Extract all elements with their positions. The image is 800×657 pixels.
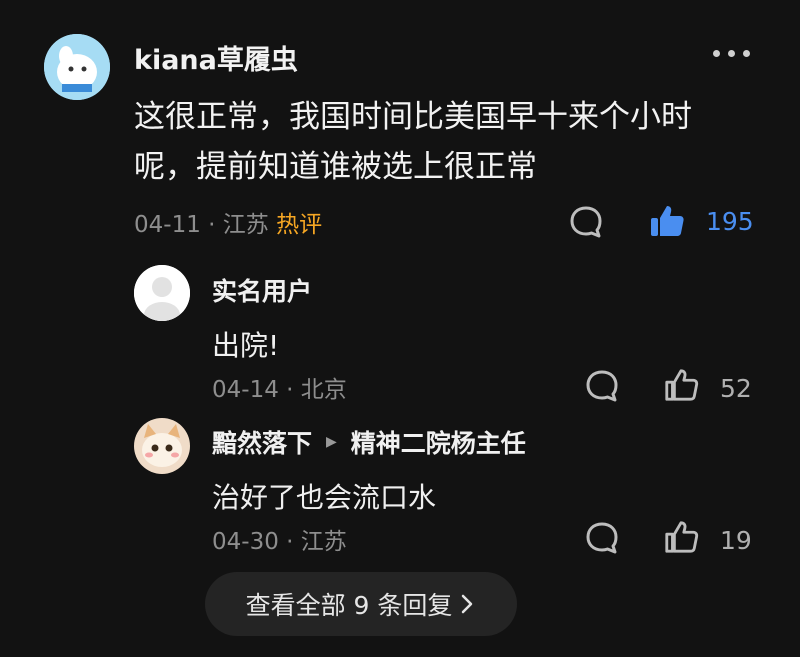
reply-button[interactable]: [582, 366, 622, 406]
thumbs-up-icon: [665, 521, 699, 553]
meta-separator: ·: [286, 529, 294, 555]
reply-to-username[interactable]: 精神二院杨主任: [351, 424, 526, 460]
like-button[interactable]: [646, 200, 688, 242]
comment-username[interactable]: kiana草履虫: [134, 38, 298, 77]
more-options-button[interactable]: [713, 50, 750, 57]
like-count: 52: [720, 374, 752, 403]
comment-bubble-icon: [586, 370, 618, 402]
chevron-right-icon: [462, 594, 473, 614]
view-all-replies-button[interactable]: 查看全部 9 条回复: [205, 572, 517, 636]
reply-button[interactable]: [566, 202, 606, 242]
like-count: 19: [720, 526, 752, 555]
thumbs-up-icon: [651, 206, 684, 236]
reply-header: 黯然落下 ▶ 精神二院杨主任: [212, 424, 526, 460]
comment-bubble-icon: [570, 206, 602, 238]
comment-text-line-2: 呢，提前知道谁被选上很正常: [134, 149, 537, 185]
meta-separator: ·: [208, 212, 216, 238]
reply-text: 出院!: [212, 329, 280, 362]
user-avatar[interactable]: [44, 34, 110, 100]
reply-avatar[interactable]: [134, 418, 190, 474]
like-button[interactable]: [661, 517, 701, 557]
thumbs-up-icon: [665, 369, 699, 401]
reply-username[interactable]: 实名用户: [212, 272, 312, 308]
view-all-label: 查看全部 9 条回复: [245, 591, 453, 620]
meta-separator: ·: [286, 377, 294, 403]
comment-meta: 04-11 · 江苏 热评: [134, 205, 322, 239]
more-dot: [728, 50, 735, 57]
comment-location: 江苏: [222, 212, 269, 238]
reply-date: 04-14: [212, 377, 279, 403]
more-dots-icon: [713, 50, 720, 57]
comment-bubble-icon: [586, 522, 618, 554]
like-count: 195: [706, 207, 754, 236]
reply-meta: 04-30 · 江苏: [212, 522, 347, 556]
comment-text-line-1: 这很正常，我国时间比美国早十来个小时: [134, 99, 692, 135]
reply-to-arrow-icon: ▶: [326, 434, 337, 450]
more-dot: [743, 50, 750, 57]
comment-date: 04-11: [134, 212, 201, 238]
reply-location: 北京: [300, 377, 347, 403]
reply-meta: 04-14 · 北京: [212, 370, 347, 404]
reply-text: 治好了也会流口水: [212, 481, 437, 514]
reply-username[interactable]: 黯然落下: [212, 424, 312, 460]
reply-date: 04-30: [212, 529, 279, 555]
reply-location: 江苏: [300, 529, 347, 555]
hot-badge: 热评: [276, 212, 323, 238]
like-button[interactable]: [661, 365, 701, 405]
reply-avatar[interactable]: [134, 265, 190, 321]
reply-button[interactable]: [582, 518, 622, 558]
